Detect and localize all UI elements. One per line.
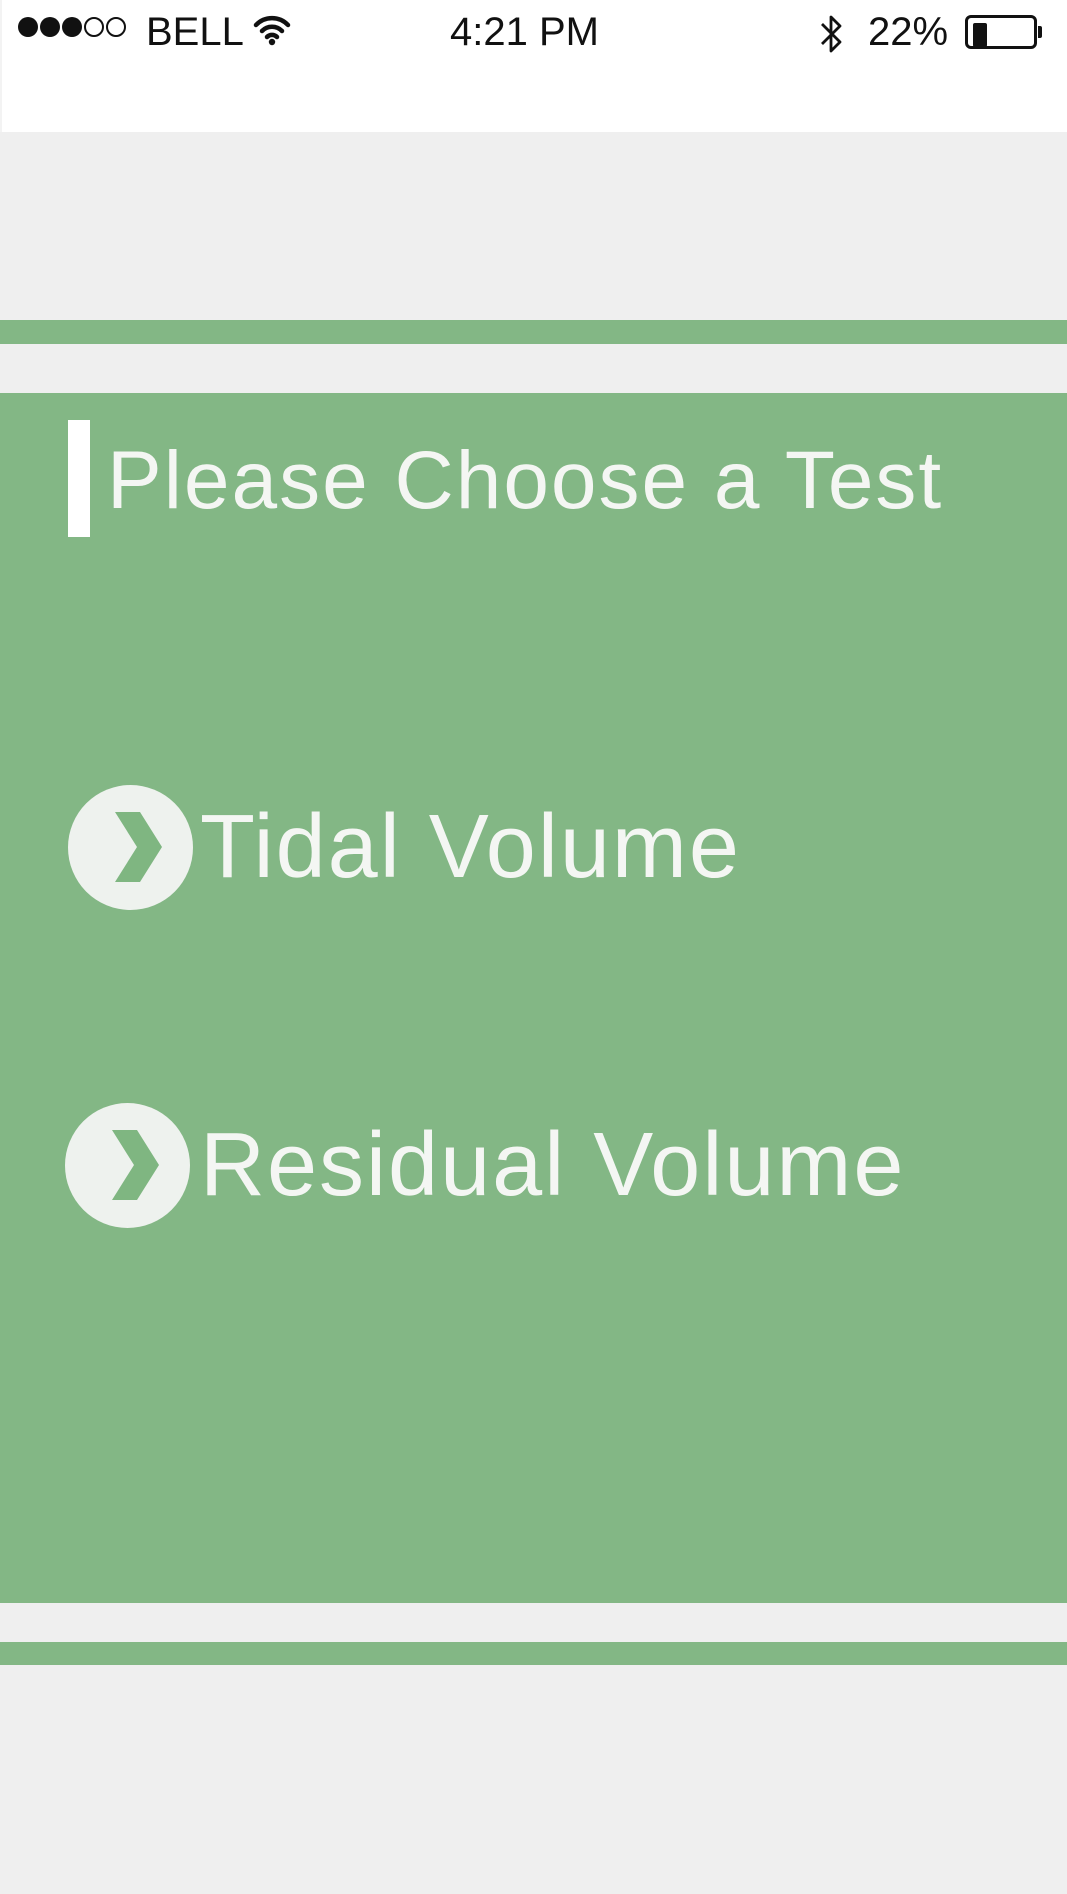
divider-bottom [0, 1642, 1067, 1665]
status-bar: BELL 4:21 PM 22% [0, 0, 1067, 132]
signal-dot [18, 17, 38, 37]
chevron-right-icon[interactable] [68, 785, 193, 910]
wifi-icon [252, 10, 292, 55]
carrier-name: BELL [146, 10, 244, 54]
battery-percent: 22% [868, 10, 949, 54]
status-time: 4:21 PM [450, 10, 599, 54]
signal-dot [84, 17, 104, 37]
signal-dot [106, 17, 126, 37]
battery-icon [965, 15, 1042, 49]
app-screen: BELL 4:21 PM 22% Please Choose a Test Ti… [0, 0, 1067, 1894]
signal-icon [18, 17, 126, 37]
tidal-volume-option[interactable]: Tidal Volume [68, 785, 968, 911]
heading-accent-bar [68, 420, 90, 537]
divider-top [0, 320, 1067, 344]
signal-dot [40, 17, 60, 37]
tidal-volume-label[interactable]: Tidal Volume [200, 789, 741, 905]
signal-dot [62, 17, 82, 37]
residual-volume-label[interactable]: Residual Volume [200, 1107, 905, 1223]
page-title: Please Choose a Test [107, 435, 944, 526]
test-selection-panel: Please Choose a Test Tidal Volume Residu… [0, 393, 1067, 1603]
chevron-right-icon[interactable] [65, 1103, 190, 1228]
bluetooth-icon [818, 12, 846, 61]
residual-volume-option[interactable]: Residual Volume [65, 1103, 965, 1229]
